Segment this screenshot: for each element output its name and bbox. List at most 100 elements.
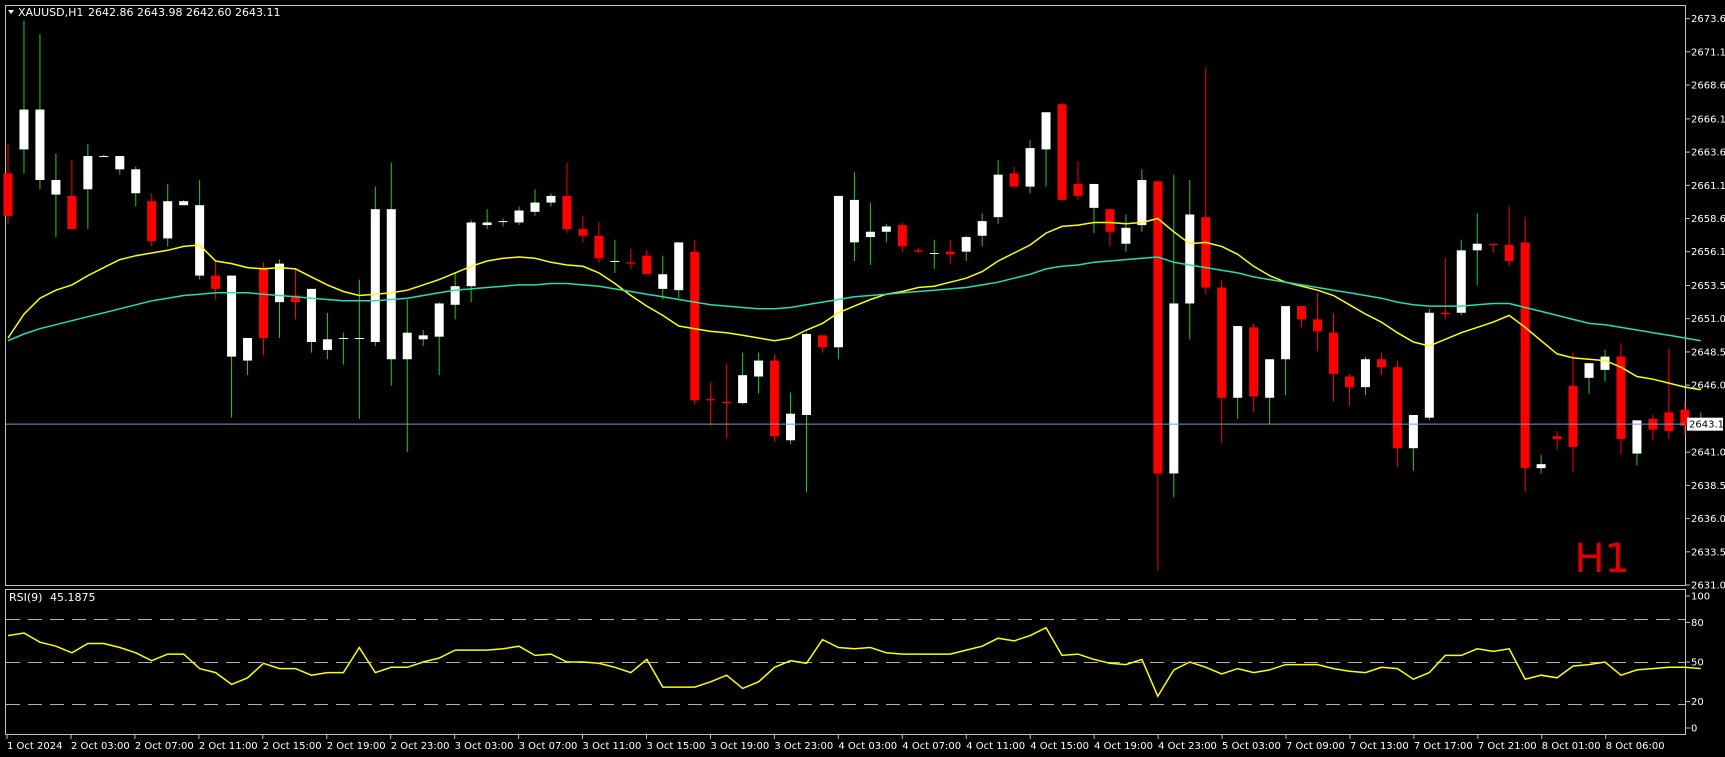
candlestick-series (3, 20, 1706, 571)
candle-body (1233, 326, 1243, 398)
candle-body (674, 242, 684, 291)
candle (147, 193, 157, 247)
candle (131, 166, 141, 207)
candle (1169, 174, 1179, 498)
time-tick-label: 2 Oct 11:00 (199, 741, 258, 752)
price-tick-label: 2663.60 (1691, 148, 1725, 159)
candle-body (1344, 376, 1354, 388)
candle-body (1424, 312, 1434, 418)
candle-body (115, 156, 125, 170)
candle-body (195, 205, 205, 276)
price-tick-label: 2648.55 (1691, 347, 1725, 358)
time-tick-label: 5 Oct 03:00 (1222, 741, 1281, 752)
price-tick-label: 2656.10 (1691, 247, 1725, 258)
candle (1281, 306, 1291, 396)
candle (1632, 420, 1642, 466)
candle-body (945, 251, 955, 255)
candle-body (211, 275, 221, 289)
candle (1217, 279, 1227, 443)
candle (163, 183, 173, 247)
candle (817, 335, 827, 353)
candle (1297, 306, 1307, 328)
candle-body (179, 201, 189, 206)
candle-body (1408, 415, 1418, 449)
candle-body (722, 401, 732, 404)
candle-body (243, 337, 253, 361)
candle (1025, 140, 1035, 194)
price-tick-label: 2671.15 (1691, 47, 1725, 58)
rsi-tick-label: 80 (1691, 618, 1704, 629)
candle (1440, 258, 1450, 320)
price-tick-label: 2658.60 (1691, 214, 1725, 225)
candle (1504, 206, 1514, 267)
price-axis: 2673.65 2671.15 2668.65 2666.10 2663.60 2661.… (1686, 14, 1725, 592)
price-tick-label: 2641.00 (1691, 448, 1725, 459)
candle-body (386, 209, 396, 360)
candle-body (961, 237, 971, 252)
candle (833, 195, 843, 360)
candle (3, 144, 13, 224)
candle (690, 239, 700, 405)
candle-body (354, 337, 364, 339)
candle (1360, 356, 1370, 396)
candle (51, 153, 61, 238)
candle-body (1153, 181, 1163, 474)
candle (1664, 348, 1674, 439)
time-tick-label: 4 Oct 19:00 (1094, 741, 1153, 752)
candle (99, 154, 109, 158)
candle-body (306, 288, 316, 342)
time-tick-label: 3 Oct 15:00 (647, 741, 706, 752)
candle-body (1265, 359, 1275, 398)
candle-body (770, 360, 780, 437)
price-panel-frame (5, 5, 1686, 586)
candle (929, 239, 939, 269)
candle (1344, 373, 1354, 406)
time-tick-label: 2 Oct 07:00 (135, 741, 194, 752)
candle (1552, 430, 1562, 450)
candle (626, 249, 636, 269)
candle-body (786, 413, 796, 441)
candle-body (913, 250, 923, 252)
candle (1600, 349, 1610, 382)
candle-body (514, 210, 524, 223)
time-tick-label: 4 Oct 03:00 (838, 741, 897, 752)
candle (594, 222, 604, 263)
candle-body (1552, 436, 1562, 439)
candle-body (51, 179, 61, 195)
candle-body (881, 226, 891, 232)
candle-body (977, 221, 987, 236)
candle (386, 162, 396, 386)
rsi-value: 45.1875 (50, 591, 96, 604)
candle-body (929, 253, 939, 255)
candle-body (99, 156, 109, 158)
candle (259, 262, 269, 356)
rsi-levels (6, 619, 1685, 705)
candle-body (706, 399, 716, 401)
candle-body (849, 199, 859, 243)
rsi-label: RSI(9) (9, 591, 42, 604)
candle (1233, 326, 1243, 420)
time-tick-label: 3 Oct 07:00 (519, 741, 578, 752)
candle-body (227, 275, 237, 357)
candle-body (833, 195, 843, 348)
rsi-tick-label: 20 (1691, 697, 1704, 708)
candle-body (1217, 287, 1227, 398)
candle (993, 160, 1003, 224)
candle-body (1568, 385, 1578, 447)
candle-body (1632, 420, 1642, 454)
candle-body (817, 335, 827, 348)
candle (370, 186, 380, 346)
candle-body (482, 222, 492, 226)
candle-body (1089, 183, 1099, 208)
rsi-tick-label: 100 (1691, 592, 1710, 603)
candle (1153, 181, 1163, 571)
chevron-down-icon[interactable] (8, 10, 14, 14)
candle (1313, 292, 1323, 352)
candle-body (802, 334, 811, 416)
current-price-label: 2643.11 (1689, 420, 1725, 431)
time-tick-label: 7 Oct 17:00 (1414, 741, 1473, 752)
chart-canvas: 2673.65 2671.15 2668.65 2666.10 2663.60 2661.… (3, 5, 1725, 752)
time-tick-label: 4 Oct 07:00 (902, 741, 961, 752)
candle (706, 381, 716, 426)
candle (849, 171, 859, 261)
